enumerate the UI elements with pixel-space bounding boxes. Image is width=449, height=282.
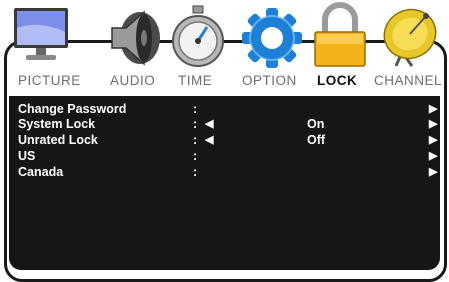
monitor-icon[interactable] xyxy=(10,2,72,68)
tab-picture[interactable]: PICTURE xyxy=(18,73,81,88)
tab-channel[interactable]: CHANNEL xyxy=(374,73,442,88)
setting-colon: : xyxy=(193,165,198,179)
settings-row-system-lock[interactable]: System Lock : ◀ On ▶ xyxy=(9,116,440,132)
tab-audio[interactable]: AUDIO xyxy=(110,73,155,88)
left-arrow-icon[interactable]: ◀ xyxy=(205,116,213,132)
settings-row-us[interactable]: US : ▶ xyxy=(9,148,440,164)
left-arrow-icon[interactable]: ◀ xyxy=(205,132,213,148)
setting-value: Off xyxy=(307,133,326,147)
tab-option[interactable]: OPTION xyxy=(242,73,297,88)
lock-settings-panel: Change Password : ▶ System Lock : ◀ On ▶… xyxy=(9,96,440,270)
setting-label: US xyxy=(18,149,36,163)
right-arrow-icon[interactable]: ▶ xyxy=(429,164,437,180)
tab-lock[interactable]: LOCK xyxy=(317,73,357,88)
setting-colon: : xyxy=(193,117,198,131)
right-arrow-icon[interactable]: ▶ xyxy=(429,132,437,148)
speaker-icon[interactable] xyxy=(104,2,166,68)
right-arrow-icon[interactable]: ▶ xyxy=(429,116,437,132)
setting-value: On xyxy=(307,117,325,131)
gear-icon[interactable] xyxy=(241,2,303,68)
setting-label: Unrated Lock xyxy=(18,133,98,147)
menu-icon-bar xyxy=(0,0,449,72)
setting-label: Change Password xyxy=(18,102,127,116)
menu-tab-labels: PICTURE AUDIO TIME OPTION LOCK CHANNEL xyxy=(8,73,442,91)
stopwatch-icon[interactable] xyxy=(167,2,229,68)
satellite-dish-icon[interactable] xyxy=(378,2,440,68)
settings-row-unrated-lock[interactable]: Unrated Lock : ◀ Off ▶ xyxy=(9,132,440,148)
setting-colon: : xyxy=(193,102,198,116)
setting-label: Canada xyxy=(18,165,64,179)
tab-time[interactable]: TIME xyxy=(178,73,212,88)
setting-colon: : xyxy=(193,133,198,147)
setting-colon: : xyxy=(193,149,198,163)
setting-label: System Lock xyxy=(18,117,96,131)
settings-row-canada[interactable]: Canada : ▶ xyxy=(9,164,440,180)
right-arrow-icon[interactable]: ▶ xyxy=(429,148,437,164)
padlock-icon[interactable] xyxy=(309,2,371,68)
settings-row-change-password[interactable]: Change Password : ▶ xyxy=(9,101,440,117)
right-arrow-icon[interactable]: ▶ xyxy=(429,101,437,117)
